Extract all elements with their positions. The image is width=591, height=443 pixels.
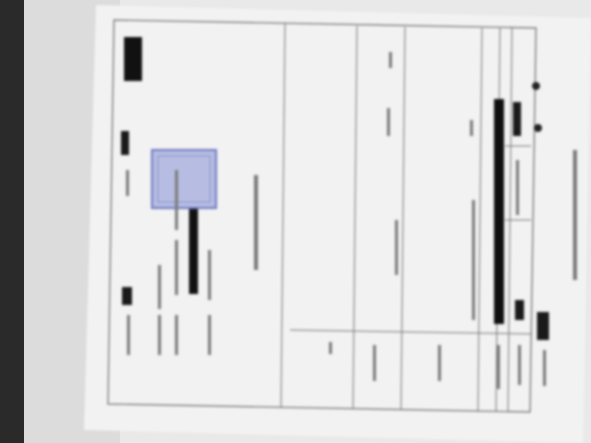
- text-mark: [373, 345, 376, 381]
- rotated-document: [84, 5, 591, 443]
- redaction-bar: [494, 99, 504, 324]
- text-mark: [158, 265, 161, 309]
- text-mark: [472, 200, 475, 320]
- text-mark: [470, 120, 473, 136]
- redaction-block: [124, 37, 142, 81]
- text-mark: [126, 170, 129, 196]
- punch-mark: [532, 82, 540, 90]
- text-mark: [438, 345, 441, 381]
- redaction-block: [515, 300, 524, 320]
- text-mark: [329, 342, 332, 354]
- text-mark: [543, 350, 546, 386]
- text-mark: [573, 150, 577, 280]
- redaction-block: [537, 312, 549, 340]
- punch-mark: [534, 124, 542, 132]
- text-mark: [175, 240, 178, 295]
- text-mark: [395, 220, 398, 275]
- text-mark: [497, 345, 500, 389]
- text-mark: [516, 160, 519, 215]
- text-mark: [254, 175, 258, 270]
- text-mark: [387, 108, 390, 136]
- text-mark: [175, 170, 178, 230]
- text-mark: [127, 315, 130, 355]
- text-mark: [208, 250, 211, 300]
- text-mark: [158, 315, 161, 355]
- text-mark: [518, 345, 521, 385]
- redaction-bar: [189, 196, 198, 294]
- text-mark: [175, 315, 178, 355]
- photo-scene: [0, 0, 591, 443]
- redaction-block: [122, 287, 132, 305]
- redaction-block: [121, 131, 129, 155]
- official-stamp: [151, 149, 217, 209]
- text-mark: [389, 52, 392, 68]
- text-mark: [208, 315, 211, 355]
- redaction-block: [513, 102, 521, 136]
- paper-sheet: [84, 5, 591, 443]
